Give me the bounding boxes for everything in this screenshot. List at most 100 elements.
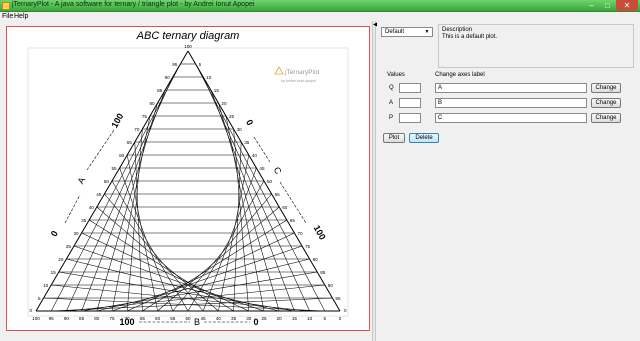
tick-label-bottom: 15 [292, 316, 298, 321]
plot-canvas: ABC ternary diagram 5 10 15 20 25 30 35 40 45 50 5… [6, 26, 370, 331]
tick-label-left: 20 [58, 257, 64, 262]
tick-label-left: 30 [73, 231, 79, 236]
chevron-down-icon[interactable]: ▼ [423, 28, 431, 36]
app-icon [2, 2, 10, 10]
tick-label-bottom: 50 [185, 316, 191, 321]
tick-label-bottom: 40 [216, 316, 222, 321]
tick-label-bottom: 55 [170, 316, 176, 321]
tick-label-right: 15 [214, 88, 220, 93]
tick-label-left: 40 [89, 205, 95, 210]
watermark-logo-icon [274, 66, 284, 75]
change-a-button[interactable]: Change [591, 83, 621, 93]
tick-label-left: 60 [119, 153, 125, 158]
maximize-button[interactable]: □ [600, 0, 615, 11]
tick-label-bottom: 100 [32, 316, 40, 321]
tick-label-left: 25 [66, 244, 72, 249]
tick-label-bottom: 5 [324, 316, 327, 321]
axis-c-name: C [272, 165, 284, 176]
tick-label-right-corner: 0 [344, 308, 347, 313]
change-c-button[interactable]: Change [591, 113, 621, 123]
tick-label-bottom: 30 [246, 316, 252, 321]
tick-label-left: 80 [149, 101, 155, 106]
preset-value: Default [385, 29, 405, 35]
axis-a-end: 100 [109, 112, 125, 130]
axis-b-start: 100 [119, 317, 134, 327]
value-q-input[interactable] [399, 83, 421, 93]
tick-label-right: 75 [305, 244, 311, 249]
tick-label-right: 50 [267, 179, 273, 184]
tick-label-bottom: 60 [155, 316, 161, 321]
axis-c-start: 0 [244, 118, 255, 127]
plot-title: ABC ternary diagram [136, 30, 240, 42]
description-box: Description This is a default plot. [438, 24, 634, 68]
split-pane-divider[interactable] [372, 21, 376, 341]
menu-help[interactable]: Help [14, 12, 28, 21]
tick-label-right: 20 [221, 101, 227, 106]
tick-label-left: 55 [111, 166, 117, 171]
tick-label-bottom: 75 [109, 316, 115, 321]
tick-label-left: 15 [51, 270, 57, 275]
axis-label-c-input[interactable]: C [435, 113, 587, 123]
tick-label-right: 80 [313, 257, 319, 262]
tick-label-right: 95 [335, 296, 341, 301]
tick-label-right: 45 [259, 166, 265, 171]
tick-label-right: 30 [237, 127, 243, 132]
tick-label-right: 70 [297, 231, 303, 236]
axis-label-a-input[interactable]: A [435, 83, 587, 93]
tick-label-bottom: 65 [140, 316, 146, 321]
tick-label-bottom: 85 [79, 316, 85, 321]
tick-label-bottom: 80 [94, 316, 100, 321]
tick-label-bottom: 90 [64, 316, 70, 321]
tick-label-left: 5 [38, 296, 41, 301]
axis-a-label: A 0 100 [49, 112, 126, 239]
tick-label-apex: 100 [184, 44, 192, 49]
tick-label-right: 35 [244, 140, 250, 145]
tick-label-right: 60 [282, 205, 288, 210]
change-b-button[interactable]: Change [591, 98, 621, 108]
watermark-by: by Andrei Ionut Apopei [281, 79, 316, 83]
change-axes-label: Change axes label [435, 72, 485, 78]
axis-a-name: A [76, 175, 88, 185]
tick-label-left: 90 [165, 75, 171, 80]
tick-label-right: 25 [229, 114, 235, 119]
row-p-key: P [389, 115, 394, 121]
menu-bar: File Help [0, 12, 640, 21]
tick-label-left: 45 [96, 192, 102, 197]
title-bar: jTernaryPlot - A java software for terna… [0, 0, 640, 12]
tick-label-right: 10 [206, 75, 212, 80]
tick-label-right: 90 [328, 283, 334, 288]
ternary-diagram: ABC ternary diagram 51015202530354045505… [27, 30, 349, 327]
controls-panel: Default ▼ Description This is a default … [377, 21, 640, 341]
axis-c-label: C 0 100 [244, 118, 328, 242]
tick-label-right: 85 [320, 270, 326, 275]
description-text: This is a default plot. [442, 34, 498, 40]
value-a-input[interactable] [399, 98, 421, 108]
preset-select[interactable]: Default ▼ [381, 27, 433, 37]
tick-label-bottom: 0 [339, 316, 342, 321]
row-a-key: A [389, 100, 394, 106]
window-title: jTernaryPlot - A java software for terna… [12, 1, 255, 8]
axis-c-end: 100 [312, 224, 328, 242]
axis-b-end: 0 [253, 317, 258, 327]
tick-label-left: 70 [134, 127, 140, 132]
delete-button[interactable]: Delete [409, 133, 439, 143]
tick-label-left: 95 [172, 62, 178, 67]
tick-label-bottom: 25 [261, 316, 267, 321]
tick-label-right: 5 [199, 62, 202, 67]
menu-file[interactable]: File [2, 12, 13, 21]
tick-label-right: 40 [252, 153, 258, 158]
tick-label-left: 75 [142, 114, 148, 119]
tick-label-left: 35 [81, 218, 87, 223]
plot-panel: ABC ternary diagram 5 10 15 20 25 30 35 40 45 50 5… [0, 21, 372, 341]
plot-button[interactable]: Plot [383, 133, 405, 143]
tick-label-left-corner: 0 [29, 308, 32, 313]
row-q-key: Q [389, 85, 394, 91]
watermark-name: jTernaryPlot [284, 69, 320, 76]
value-p-input[interactable] [399, 113, 421, 123]
axis-b-name: B [194, 317, 200, 327]
axis-a-start: 0 [49, 229, 60, 238]
minimize-button[interactable]: – [584, 0, 599, 11]
close-button[interactable]: ✕ [616, 0, 638, 11]
axis-label-b-input[interactable]: B [435, 98, 587, 108]
tick-label-right: 65 [290, 218, 296, 223]
